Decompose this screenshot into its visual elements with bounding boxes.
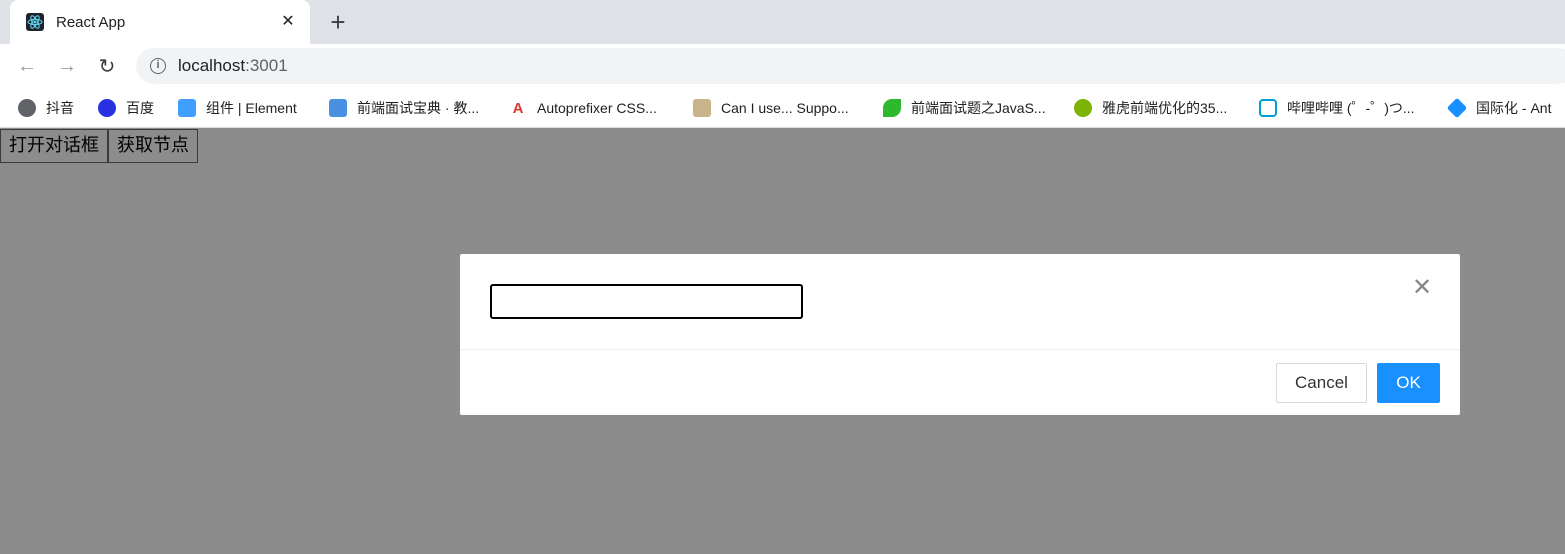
bookmark-label: 国际化 - Ant [1476,100,1552,116]
bookmark-item[interactable]: A Autoprefixer CSS... [509,96,657,120]
chart-icon [693,99,711,117]
bookmark-label: 抖音 [46,100,74,116]
bookmark-item[interactable]: 抖音 [18,96,74,120]
bookmark-item[interactable]: 国际化 - Ant [1446,96,1552,120]
url-port: :3001 [245,56,288,75]
bookmark-item[interactable]: 前端面试宝典 · 教... [329,96,479,120]
modal-footer: Cancel OK [460,350,1460,415]
forward-icon[interactable]: → [53,52,81,80]
close-icon[interactable]: ✕ [1410,276,1434,300]
get-node-button[interactable]: 获取节点 [108,129,198,163]
tab-title: React App [56,13,126,31]
address-url[interactable]: localhost:3001 [178,56,288,76]
react-icon [26,13,44,31]
address-bar[interactable]: i localhost:3001 [136,48,1565,84]
ok-button[interactable]: OK [1377,363,1440,403]
bookmark-label: Can I use... Suppo... [721,100,849,116]
bookmark-item[interactable]: 组件 | Element [178,96,297,120]
url-host: localhost [178,56,246,75]
bookmark-label: Autoprefixer CSS... [537,100,657,116]
bookmark-label: 前端面试题之JavaS... [911,100,1046,116]
browser-tab[interactable]: React App ✕ [10,0,310,44]
reload-icon[interactable]: ↻ [93,52,121,80]
cube-icon [329,99,347,117]
bookmark-item[interactable]: 百度 [98,96,154,120]
open-dialog-button[interactable]: 打开对话框 [0,129,108,163]
modal-dialog: ✕ Cancel OK [460,254,1460,415]
bookmark-item[interactable]: 雅虎前端优化的35... [1074,96,1227,120]
bookmark-label: 百度 [126,100,154,116]
new-tab-button[interactable]: + [326,9,350,35]
leaf-icon [883,99,901,117]
modal-body: ✕ [460,254,1460,350]
bookmark-label: 前端面试宝典 · 教... [357,100,480,116]
bookmark-label: 哔哩哔哩 (゜-゜)つ... [1287,100,1415,116]
globe-icon [18,99,36,117]
tab-close-icon[interactable]: ✕ [278,12,298,32]
bookmarks-bar: 抖音 百度 组件 | Element 前端面试宝典 · 教... A Autop… [0,88,1565,128]
bookmark-label: 组件 | Element [206,100,297,116]
autoprefixer-icon: A [512,99,524,117]
bookmark-label: 雅虎前端优化的35... [1102,100,1228,116]
bookmark-item[interactable]: Can I use... Suppo... [693,96,849,120]
bookmark-item[interactable]: 哔哩哔哩 (゜-゜)つ... [1259,96,1415,120]
baidu-paw-icon [98,99,116,117]
browser-toolbar: ← → ↻ i localhost:3001 [0,44,1565,88]
ant-icon [1446,97,1468,119]
bug-icon [1074,99,1092,117]
element-icon [178,99,196,117]
site-info-icon[interactable]: i [150,58,166,74]
modal-text-input[interactable] [490,284,803,319]
back-icon[interactable]: ← [13,52,41,80]
tab-strip: React App ✕ + [0,0,1565,44]
bookmark-item[interactable]: 前端面试题之JavaS... [883,96,1046,120]
bilibili-icon [1259,99,1277,117]
cancel-button[interactable]: Cancel [1276,363,1367,403]
